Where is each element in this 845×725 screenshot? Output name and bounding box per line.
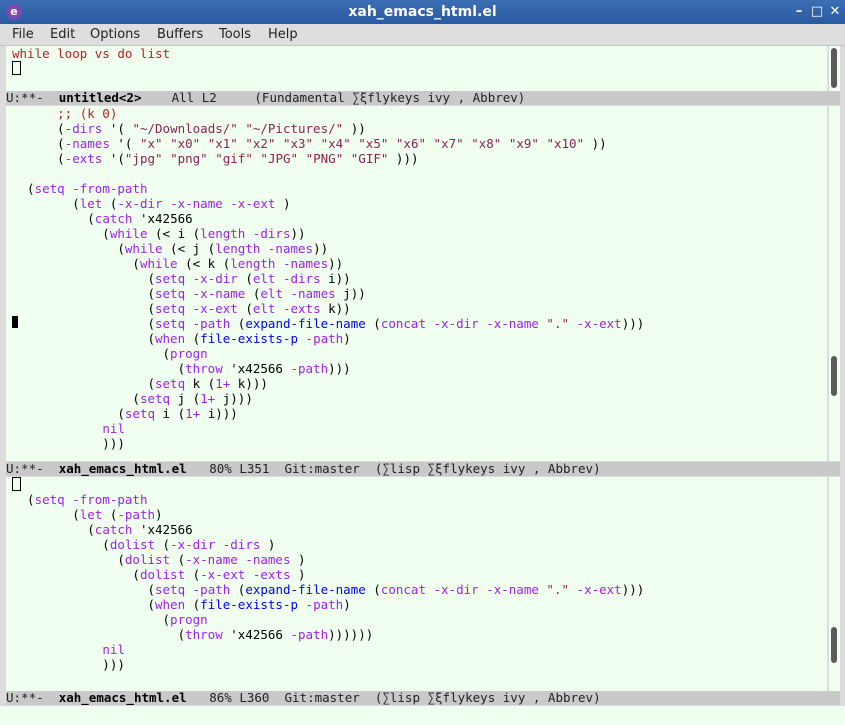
- mode-line-bottom: U:**- xah_emacs_html.el 86% L360 Git:mas…: [6, 691, 840, 705]
- text-cursor: [12, 477, 21, 492]
- code-line: (catch 'x42566: [12, 211, 193, 226]
- mode-line-buffer-name[interactable]: xah_emacs_html.el: [59, 690, 187, 705]
- code-line: (setq -x-name (elt -names j)): [12, 286, 366, 301]
- code-line: (dolist (-x-ext -exts ): [12, 567, 306, 582]
- code-line: (let (-path): [12, 507, 163, 522]
- menu-edit[interactable]: Edit: [50, 26, 75, 43]
- editor-window-middle[interactable]: ;; (k 0) (-dirs '( "~/Downloads/" "~/Pic…: [6, 106, 827, 461]
- minimize-button[interactable]: –: [790, 3, 808, 21]
- mode-line-modes[interactable]: (∑lisp ∑ξflykeys ivy , Abbrev): [375, 461, 601, 476]
- code-line: nil: [102, 642, 125, 657]
- window-title: xah_emacs_html.el: [348, 4, 497, 20]
- editor-window-bottom[interactable]: (setq -from-path (let (-path) (catch 'x4…: [6, 477, 827, 691]
- scrollbar-thumb[interactable]: [831, 48, 837, 88]
- code-line: (when (file-exists-p -path): [12, 331, 351, 346]
- code-line: (dolist (-x-name -names ): [12, 552, 306, 567]
- code-line: (while (< k (length -names)): [12, 256, 344, 271]
- menu-bar: File Edit Options Buffers Tools Help: [0, 24, 845, 46]
- minibuffer[interactable]: [0, 706, 845, 725]
- code-line: (let (-x-dir -x-name -x-ext ): [12, 196, 291, 211]
- code-line: (setq -x-ext (elt -exts k)): [12, 301, 351, 316]
- scrollbar-top[interactable]: [829, 46, 840, 91]
- code-line: (while (< i (length -dirs)): [12, 226, 306, 241]
- code-line: (setq -path (expand-file-name (concat -x…: [12, 582, 645, 597]
- close-button[interactable]: ✕: [826, 3, 844, 21]
- code-line: (setq k (1+ k))): [12, 376, 268, 391]
- maximize-button[interactable]: □: [808, 3, 826, 21]
- scrollbar-thumb[interactable]: [831, 356, 837, 396]
- code-line: (throw 'x42566 -path))): [12, 361, 351, 376]
- menu-options[interactable]: Options: [90, 26, 140, 43]
- text-line: while loop vs do list: [12, 46, 171, 61]
- code-line: (-dirs '( "~/Downloads/" "~/Pictures/" )…: [12, 121, 366, 136]
- mode-line-state: U:**-: [6, 690, 44, 705]
- code-line: (when (file-exists-p -path): [12, 597, 351, 612]
- title-bar: e xah_emacs_html.el – □ ✕: [0, 0, 845, 24]
- mode-line-position: All L2: [171, 90, 217, 105]
- scrollbar-bottom[interactable]: [829, 477, 840, 691]
- menu-help[interactable]: Help: [268, 26, 298, 43]
- scrollbar-middle[interactable]: [829, 106, 840, 461]
- code-line: (catch 'x42566: [12, 522, 193, 537]
- code-line: (setq -path (expand-file-name (concat -x…: [12, 316, 645, 331]
- mode-line-untitled: U:**- untitled<2> All L2 (Fundamental ∑ξ…: [6, 91, 840, 105]
- code-line: (progn: [12, 346, 208, 361]
- code-line: (-names '( "x" "x0" "x1" "x2" "x3" "x4" …: [12, 136, 607, 151]
- code-line: ))): [12, 657, 125, 672]
- menu-buffers[interactable]: Buffers: [157, 26, 203, 43]
- code-line: nil: [102, 421, 125, 436]
- mode-line-position: 86% L360: [209, 690, 270, 705]
- code-line: (setq -x-dir (elt -dirs i)): [12, 271, 351, 286]
- editor-window-untitled[interactable]: while loop vs do list: [6, 46, 827, 91]
- mode-line-state: U:**-: [6, 461, 44, 476]
- code-line: (while (< j (length -names)): [12, 241, 329, 256]
- mode-line-buffer-name[interactable]: xah_emacs_html.el: [59, 461, 187, 476]
- code-line: (-exts '("jpg" "png" "gif" "JPG" "PNG" "…: [12, 151, 419, 166]
- mode-line-vc[interactable]: Git:master: [285, 461, 360, 476]
- code-line: (throw 'x42566 -path)))))): [12, 627, 374, 642]
- mode-line-vc[interactable]: Git:master: [285, 690, 360, 705]
- code-line: ;; (k 0): [12, 106, 118, 121]
- menu-file[interactable]: File: [12, 26, 34, 43]
- scrollbar-thumb[interactable]: [831, 627, 837, 663]
- mode-line-buffer-name[interactable]: untitled<2>: [59, 90, 142, 105]
- code-line: (setq -from-path: [12, 492, 148, 507]
- mode-line-state: U:**-: [6, 90, 44, 105]
- code-line: (dolist (-x-dir -dirs ): [12, 537, 276, 552]
- text-cursor: [12, 61, 21, 76]
- mode-line-modes[interactable]: (∑lisp ∑ξflykeys ivy , Abbrev): [375, 690, 601, 705]
- block-cursor: [12, 316, 18, 328]
- code-line: (setq -from-path: [12, 181, 148, 196]
- mode-line-middle: U:**- xah_emacs_html.el 80% L351 Git:mas…: [6, 462, 840, 476]
- code-line: (progn: [12, 612, 208, 627]
- mode-line-modes[interactable]: (Fundamental ∑ξflykeys ivy , Abbrev): [254, 90, 525, 105]
- code-line: ))): [12, 436, 125, 451]
- code-line: (setq j (1+ j))): [12, 391, 253, 406]
- code-line: (setq i (1+ i))): [12, 406, 238, 421]
- menu-tools[interactable]: Tools: [219, 26, 251, 43]
- mode-line-position: 80% L351: [209, 461, 270, 476]
